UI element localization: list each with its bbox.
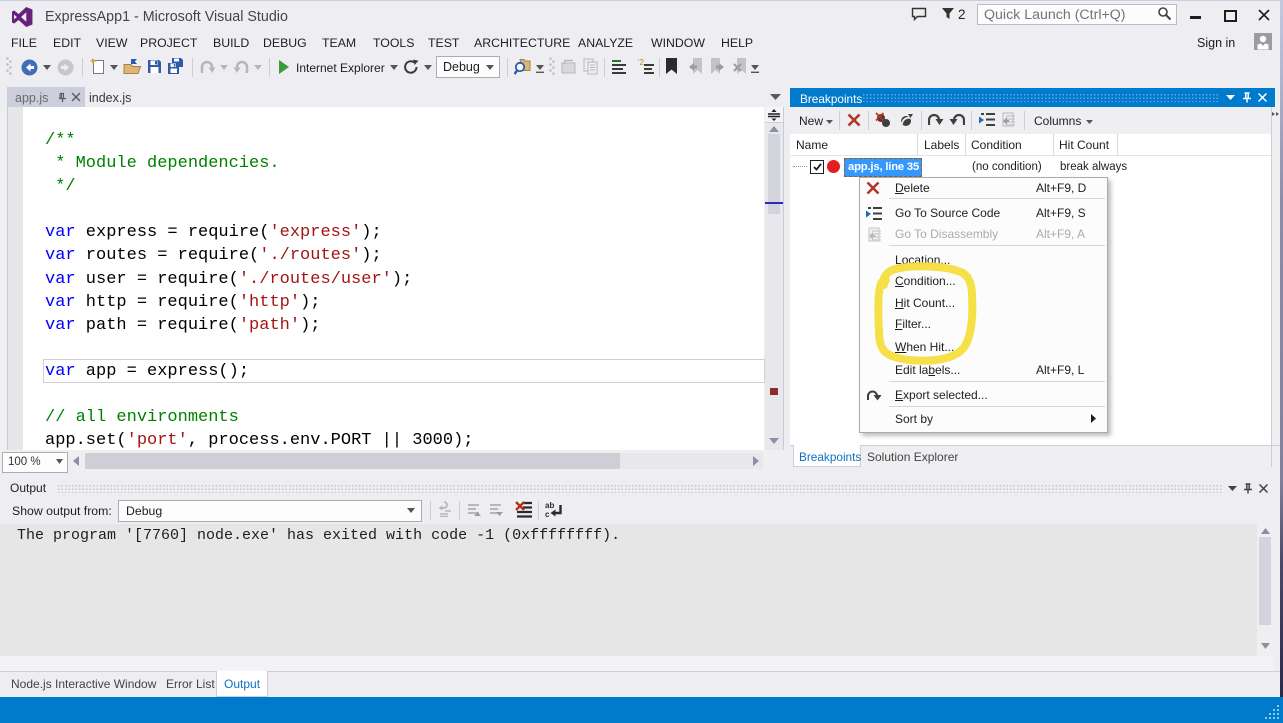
svg-text:'2: '2 (638, 59, 645, 67)
svg-text:c: c (545, 510, 550, 519)
svg-text:ab: ab (545, 501, 554, 510)
